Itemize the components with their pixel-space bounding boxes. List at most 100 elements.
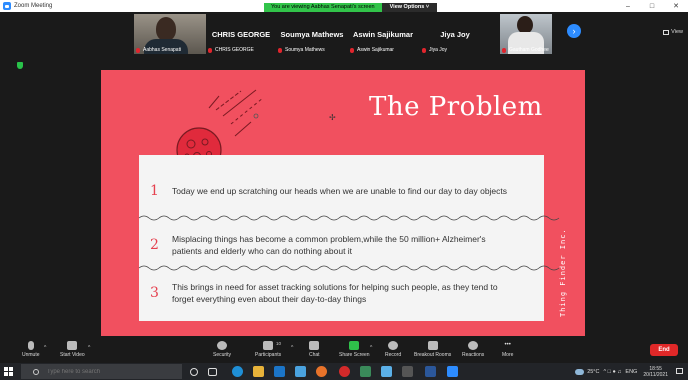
item-number: 3 [150,285,159,301]
share-options-chevron-icon[interactable]: ^ [370,345,372,351]
mic-muted-icon [278,47,282,53]
gallery-view-icon [663,29,670,35]
word-icon[interactable] [425,366,436,377]
participant-tile[interactable]: Jiya Joy Jiya Joy [420,14,490,54]
window-title: Zoom Meeting [14,3,53,9]
participant-label: Aabhas Senapati [136,47,181,53]
security-shield-icon[interactable] [17,62,23,69]
unmute-button[interactable]: Unmute [22,341,40,358]
video-options-chevron-icon[interactable]: ^ [88,345,90,351]
participant-tile[interactable]: Gautham Godhee [500,14,552,54]
zoom-app-icon [3,2,11,10]
view-button[interactable]: View [663,29,683,35]
cortana-icon[interactable] [190,368,198,376]
breakout-rooms-icon [427,341,438,350]
item-text: Misplacing things has become a common pr… [172,234,486,256]
mic-off-icon [27,341,34,350]
participant-tile[interactable]: Aabhas Senapati [134,14,206,54]
minimize-button[interactable]: – [616,0,640,12]
next-page-arrow-icon[interactable]: › [567,24,581,38]
participant-label: CHRIS GEORGE [208,47,254,53]
task-view-icon[interactable] [208,368,217,376]
app-icon[interactable] [360,366,371,377]
close-button[interactable]: ✕ [664,0,688,12]
wavy-divider [138,265,560,271]
problem-item: 1 Today we end up scratching our heads w… [139,183,544,199]
participant-tile[interactable]: CHRIS GEORGE CHRIS GEORGE [206,14,276,54]
participant-tile[interactable]: Soumya Mathews Soumya Mathews [276,14,348,54]
mic-muted-icon [136,47,140,53]
chat-button[interactable]: Chat [309,341,320,358]
security-button[interactable]: Security [213,341,231,358]
audio-options-chevron-icon[interactable]: ^ [44,345,46,351]
item-number: 2 [150,237,159,253]
more-icon: ••• [504,342,511,348]
windows-taskbar: 25°C ^ □ ● ♫ ENG 18:5520/11/2021 [0,363,688,380]
participants-chevron-icon[interactable]: ^ [291,345,293,351]
share-screen-button[interactable]: Share Screen [339,341,370,358]
participant-label: Gautham Godhee [502,47,549,53]
cursor-move-icon: ✢ [329,113,336,122]
participant-tile[interactable]: Aswin Sajikumar Aswin Sajikumar [348,14,418,54]
participant-strip: Aabhas Senapati CHRIS GEORGE CHRIS GEORG… [0,12,688,55]
search-icon [33,368,39,375]
video-off-icon [67,341,78,350]
participants-icon: 10 [263,341,281,350]
shared-slide: ✢ The Problem 1 Today we end up scratchi… [101,70,585,336]
participant-name: Aswin Sajikumar [352,30,414,39]
problem-item: 2 Misplacing things has become a common … [139,233,544,257]
language-indicator[interactable]: ENG [625,369,637,375]
edge-browser-icon[interactable] [232,366,243,377]
opera-icon[interactable] [339,366,350,377]
firefox-icon[interactable] [316,366,327,377]
chat-icon [309,341,320,350]
tray-icons[interactable]: ^ □ ● ♫ [603,369,621,375]
participant-name: CHRIS GEORGE [211,30,271,39]
problem-list: 1 Today we end up scratching our heads w… [139,155,544,321]
mic-muted-icon [350,47,354,53]
dropbox-icon[interactable] [295,366,306,377]
security-icon [217,341,228,350]
item-text: This brings in need for asset tracking s… [172,282,498,304]
screen-share-banner: You are viewing Aabhas Senapati's screen… [264,3,438,12]
item-text: Today we end up scratching our heads whe… [172,186,508,196]
wavy-divider [138,215,560,221]
participant-name: Jiya Joy [440,30,470,39]
window-controls: – □ ✕ [616,0,688,12]
problem-item: 3 This brings in need for asset tracking… [139,281,544,305]
app-icon[interactable] [381,366,392,377]
meeting-controls: Unmute ^ Start Video ^ Security 10 Parti… [0,339,688,363]
reactions-icon [468,341,479,350]
maximize-button[interactable]: □ [640,0,664,12]
record-button[interactable]: Record [385,341,401,358]
taskbar-search[interactable] [21,364,182,379]
clock[interactable]: 18:55 20/11/2021 [643,366,668,378]
share-banner-message: You are viewing Aabhas Senapati's screen [264,3,382,12]
reactions-button[interactable]: Reactions [462,341,484,358]
share-screen-icon [349,341,360,350]
zoom-taskbar-icon[interactable] [447,366,458,377]
participants-button[interactable]: 10 Participants [255,341,281,358]
slide-title: The Problem [369,92,543,122]
file-explorer-icon[interactable] [253,366,264,377]
search-input[interactable] [47,368,177,375]
participant-label: Aswin Sajikumar [350,47,394,53]
mic-muted-icon [422,47,426,53]
participant-name: Soumya Mathews [280,30,344,39]
company-name: Thing Finder Inc. [559,228,567,317]
view-options-button[interactable]: View Options ˅ [381,3,438,12]
record-icon [388,341,399,350]
start-video-button[interactable]: Start Video [60,341,85,358]
weather-icon [575,369,585,375]
app-icon[interactable] [402,366,413,377]
participant-label: Soumya Mathews [278,47,325,53]
notification-icon[interactable] [676,368,683,374]
breakout-rooms-button[interactable]: Breakout Rooms [414,341,451,358]
more-button[interactable]: ••• More [502,341,513,358]
windows-start-icon[interactable] [4,367,13,376]
end-meeting-button[interactable]: End [650,344,678,356]
mail-icon[interactable] [274,366,285,377]
mic-muted-icon [502,47,506,53]
participant-label: Jiya Joy [422,47,447,53]
item-number: 1 [150,183,159,199]
